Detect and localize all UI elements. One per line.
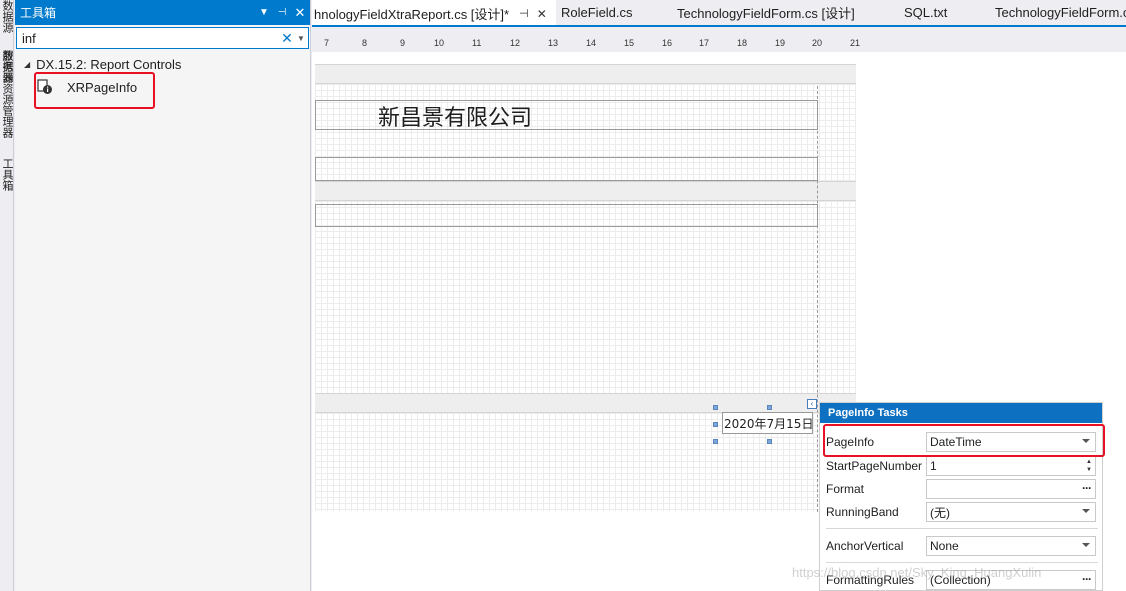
tab-close-icon[interactable]: ✕	[537, 7, 547, 21]
anchorvertical-select[interactable]: None	[926, 536, 1096, 556]
highlight-box-toolbox-item	[34, 72, 155, 109]
tab-label: RoleField.cs	[561, 5, 633, 20]
tab-label: TechnologyFieldForm.cs [设计]	[677, 6, 855, 21]
ellipsis-button-icon[interactable]: ···	[1082, 481, 1092, 495]
tab-sql[interactable]: SQL.txt	[898, 0, 989, 25]
ruler-tick: 8	[362, 38, 368, 48]
page-margin-line	[817, 86, 818, 512]
dropdown-icon[interactable]: ▼	[256, 5, 272, 21]
prop-label: RunningBand	[826, 505, 899, 519]
toolbox-title: 工具箱	[20, 6, 57, 20]
prop-anchorvertical: AnchorVertical None	[826, 536, 1098, 556]
prop-label: AnchorVertical	[826, 539, 904, 553]
tasks-title: PageInfo Tasks	[820, 403, 1102, 423]
search-dropdown-icon[interactable]: ▼	[294, 34, 308, 43]
ruler-tick: 17	[699, 38, 710, 48]
dropdown-arrow-icon[interactable]	[1082, 509, 1090, 513]
toolbox-group-report-controls[interactable]: ◢ DX.15.2: Report Controls	[24, 57, 310, 72]
toolbox-title-bar: 工具箱 ▼ ⊣ ✕	[15, 0, 310, 25]
prop-value: None	[930, 539, 959, 553]
highlight-box-pageinfo-row	[823, 424, 1105, 457]
resize-handle[interactable]	[713, 405, 718, 410]
tasks-separator	[826, 528, 1098, 529]
resize-handle[interactable]	[713, 422, 718, 427]
document-tab-strip: hnologyFieldXtraReport.cs [设计]* ⊣ ✕ Role…	[312, 0, 1126, 27]
side-tab-server-explorer[interactable]: 服务器资源管理器	[0, 50, 14, 138]
tab-label: TechnologyFieldForm.c	[995, 5, 1126, 20]
toolbox-panel: 工具箱 ▼ ⊣ ✕ ✕ ▼ ◢ DX.15.2: Report Controls…	[15, 0, 311, 591]
clear-search-icon[interactable]: ✕	[280, 30, 294, 47]
close-icon[interactable]: ✕	[292, 5, 308, 21]
prop-format: Format ···	[826, 479, 1098, 499]
tab-label: hnologyFieldXtraReport.cs [设计]*	[314, 7, 510, 22]
report-table-control[interactable]	[315, 204, 818, 227]
toolbox-search-input[interactable]	[22, 30, 280, 46]
tab-rolefield[interactable]: RoleField.cs	[556, 0, 673, 25]
ruler-tick: 11	[472, 38, 482, 48]
company-title-label[interactable]: 新昌景有限公司	[378, 100, 532, 132]
tab-label: SQL.txt	[904, 5, 948, 20]
resize-handle[interactable]	[767, 405, 772, 410]
startpagenumber-spinner[interactable]: 1 ▲ ▼	[926, 456, 1096, 476]
prop-runningband: RunningBand (无)	[826, 502, 1098, 522]
report-label-control[interactable]	[315, 157, 818, 181]
ruler-tick: 15	[624, 38, 635, 48]
ruler-tick: 9	[400, 38, 406, 48]
resize-handle[interactable]	[713, 439, 718, 444]
tasks-separator	[826, 562, 1098, 563]
detail-band[interactable]	[315, 201, 856, 393]
band-header-strip[interactable]	[315, 393, 856, 413]
pin-icon[interactable]: ⊣	[274, 5, 290, 21]
side-tab-datasource-top[interactable]: 数据源	[0, 0, 14, 33]
tab-technologyfieldform-designer[interactable]: TechnologyFieldForm.cs [设计]	[673, 0, 898, 25]
ellipsis-button-icon[interactable]: ···	[1082, 572, 1092, 586]
ruler-tick: 12	[510, 38, 521, 48]
dropdown-arrow-icon[interactable]	[1082, 543, 1090, 547]
expand-triangle-icon[interactable]: ◢	[24, 60, 30, 69]
ruler-tick: 10	[434, 38, 445, 48]
spinner-arrows-icon[interactable]: ▲ ▼	[1086, 458, 1092, 474]
pageinfo-date-control[interactable]: 2020年7月15日	[722, 412, 813, 434]
ruler-tick: 16	[662, 38, 673, 48]
ruler-tick: 21	[850, 38, 861, 48]
toolbox-group-label: DX.15.2: Report Controls	[36, 57, 182, 72]
tab-technologyfieldform[interactable]: TechnologyFieldForm.c	[989, 0, 1126, 25]
ruler-tick: 7	[324, 38, 330, 48]
watermark-text: https://blog.csdn.net/Sky_King_HuangXuli…	[792, 565, 1042, 580]
prop-value: (无)	[930, 505, 950, 520]
tab-report-designer[interactable]: hnologyFieldXtraReport.cs [设计]* ⊣ ✕	[312, 0, 556, 25]
prop-value: 1	[930, 459, 937, 473]
format-input[interactable]: ···	[926, 479, 1096, 499]
ruler-tick: 13	[548, 38, 559, 48]
ruler-tick: 18	[737, 38, 748, 48]
runningband-select[interactable]: (无)	[926, 502, 1096, 522]
band-header-strip[interactable]	[315, 181, 856, 201]
toolbox-search-box: ✕ ▼	[16, 27, 309, 49]
prop-label: StartPageNumber	[826, 459, 923, 473]
band-header-strip[interactable]	[315, 64, 856, 84]
tab-pin-icon[interactable]: ⊣	[519, 7, 529, 20]
ruler-tick: 14	[586, 38, 597, 48]
prop-label: Format	[826, 482, 865, 496]
resize-handle[interactable]	[767, 439, 772, 444]
horizontal-ruler: 7 8 9 10 11 12 13 14 15 16 17 18 19 20 2…	[312, 36, 860, 52]
ruler-tick: 20	[812, 38, 823, 48]
prop-startpagenumber: StartPageNumber 1 ▲ ▼	[826, 456, 1098, 476]
ruler-tick: 19	[775, 38, 786, 48]
side-tab-toolbox[interactable]: 工具箱	[0, 158, 14, 191]
side-tab-strip: 数据源 数据源 服务器资源管理器 工具箱	[0, 0, 14, 591]
smart-tag-icon[interactable]: ‹	[807, 399, 817, 409]
